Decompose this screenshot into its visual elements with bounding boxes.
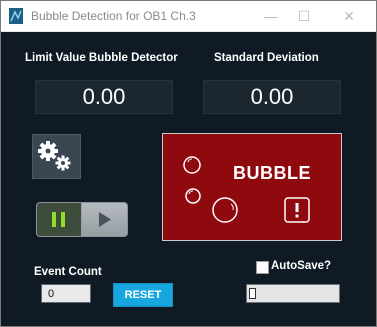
std-dev-label: Standard Deviation (214, 52, 319, 64)
file-icon[interactable] (249, 288, 256, 299)
bubble-indicator: BUBBLE (162, 133, 342, 241)
app-window: Bubble Detection for OB1 Ch.3 — ☐ ✕ Limi… (0, 0, 377, 327)
event-count-label: Event Count (34, 266, 102, 278)
window-title: Bubble Detection for OB1 Ch.3 (31, 9, 196, 23)
bubbles-icon (183, 156, 238, 223)
gears-icon (38, 141, 71, 171)
autosave-checkbox[interactable] (256, 261, 269, 274)
settings-button[interactable] (32, 134, 81, 179)
minimize-button[interactable]: — (257, 5, 285, 27)
event-count-field[interactable]: 0 (41, 284, 91, 303)
app-icon (9, 8, 23, 24)
maximize-button[interactable]: ☐ (290, 5, 318, 27)
limit-value-label: Limit Value Bubble Detector (25, 52, 178, 64)
play-button[interactable] (82, 203, 127, 236)
play-icon (99, 212, 111, 227)
autosave-label: AutoSave? (271, 260, 332, 272)
pause-icon (52, 212, 65, 227)
std-dev-display: 0.00 (203, 80, 341, 114)
pause-button[interactable] (37, 203, 81, 236)
warning-icon (284, 197, 310, 223)
limit-value-display: 0.00 (35, 80, 173, 114)
bubble-label: BUBBLE (233, 163, 311, 183)
close-button[interactable]: ✕ (335, 5, 363, 27)
run-control (36, 202, 128, 237)
reset-button[interactable]: RESET (113, 283, 173, 307)
title-bar: Bubble Detection for OB1 Ch.3 — ☐ ✕ (1, 1, 376, 32)
autosave-path-field[interactable] (246, 284, 340, 303)
